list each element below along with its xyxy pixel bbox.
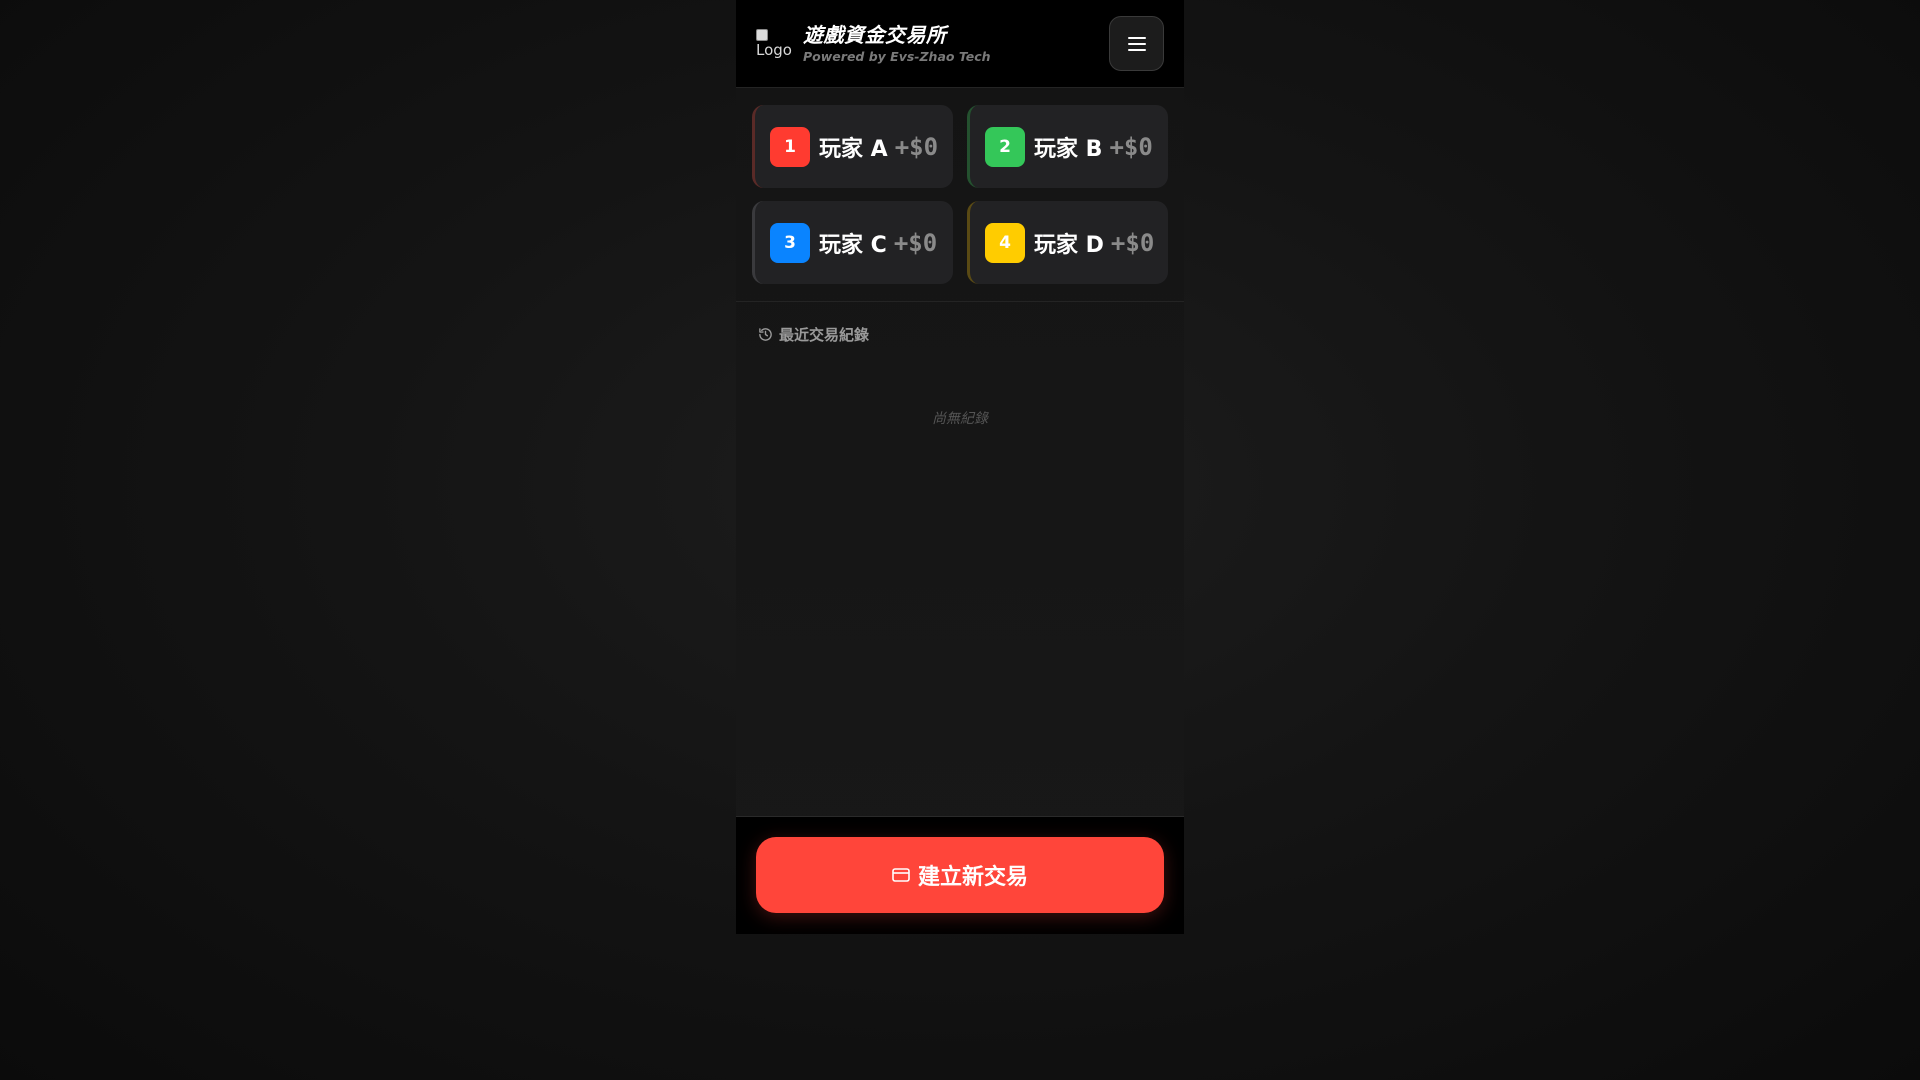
create-transaction-label: 建立新交易: [917, 865, 1028, 890]
app-container: Logo 遊戲資金交易所 Powered by Evs-Zhao Tech 1 …: [736, 0, 1184, 934]
logo-alt-text: Logo: [756, 41, 792, 59]
broken-image-icon: [756, 29, 768, 41]
player-name: 玩家 A: [819, 136, 888, 162]
player-number-badge: 4: [985, 222, 1025, 263]
hamburger-menu-icon: [1127, 36, 1146, 51]
create-transaction-button[interactable]: 建立新交易: [756, 837, 1164, 913]
player-balance: +$0: [893, 228, 938, 257]
history-title: 最近交易紀錄: [779, 325, 870, 344]
player-card-b[interactable]: 2 玩家 B +$0: [967, 105, 1168, 188]
player-card-c[interactable]: 3 玩家 C +$0: [752, 201, 953, 284]
app-subtitle: Powered by Evs-Zhao Tech: [803, 49, 991, 64]
player-name: 玩家 D: [1034, 232, 1104, 258]
player-balance: +$0: [1109, 132, 1153, 161]
menu-button[interactable]: [1109, 16, 1164, 71]
app-header: Logo 遊戲資金交易所 Powered by Evs-Zhao Tech: [736, 0, 1184, 88]
history-icon: [759, 327, 772, 341]
player-balance: +$0: [1110, 228, 1155, 257]
player-card-d[interactable]: 4 玩家 D +$0: [967, 201, 1168, 284]
brand: 遊戲資金交易所 Powered by Evs-Zhao Tech: [803, 22, 991, 65]
history-header: 最近交易紀錄: [758, 324, 1162, 344]
logo-image: Logo: [756, 26, 792, 62]
player-number-badge: 3: [770, 222, 810, 263]
player-name: 玩家 C: [819, 232, 887, 258]
player-number-badge: 1: [770, 126, 810, 167]
history-empty-text: 尚無紀錄: [932, 411, 988, 427]
player-number-badge: 2: [985, 126, 1025, 167]
credit-card-icon: [892, 868, 910, 882]
transaction-history: 最近交易紀錄 尚無紀錄: [736, 302, 1184, 816]
app-footer: 建立新交易: [736, 816, 1184, 934]
player-grid: 1 玩家 A +$0 2 玩家 B +$0 3 玩家 C +$0 4 玩家 D …: [736, 88, 1184, 302]
app-title: 遊戲資金交易所: [803, 23, 947, 47]
player-card-a[interactable]: 1 玩家 A +$0: [752, 105, 953, 188]
player-name: 玩家 B: [1034, 136, 1103, 162]
player-balance: +$0: [894, 132, 939, 161]
